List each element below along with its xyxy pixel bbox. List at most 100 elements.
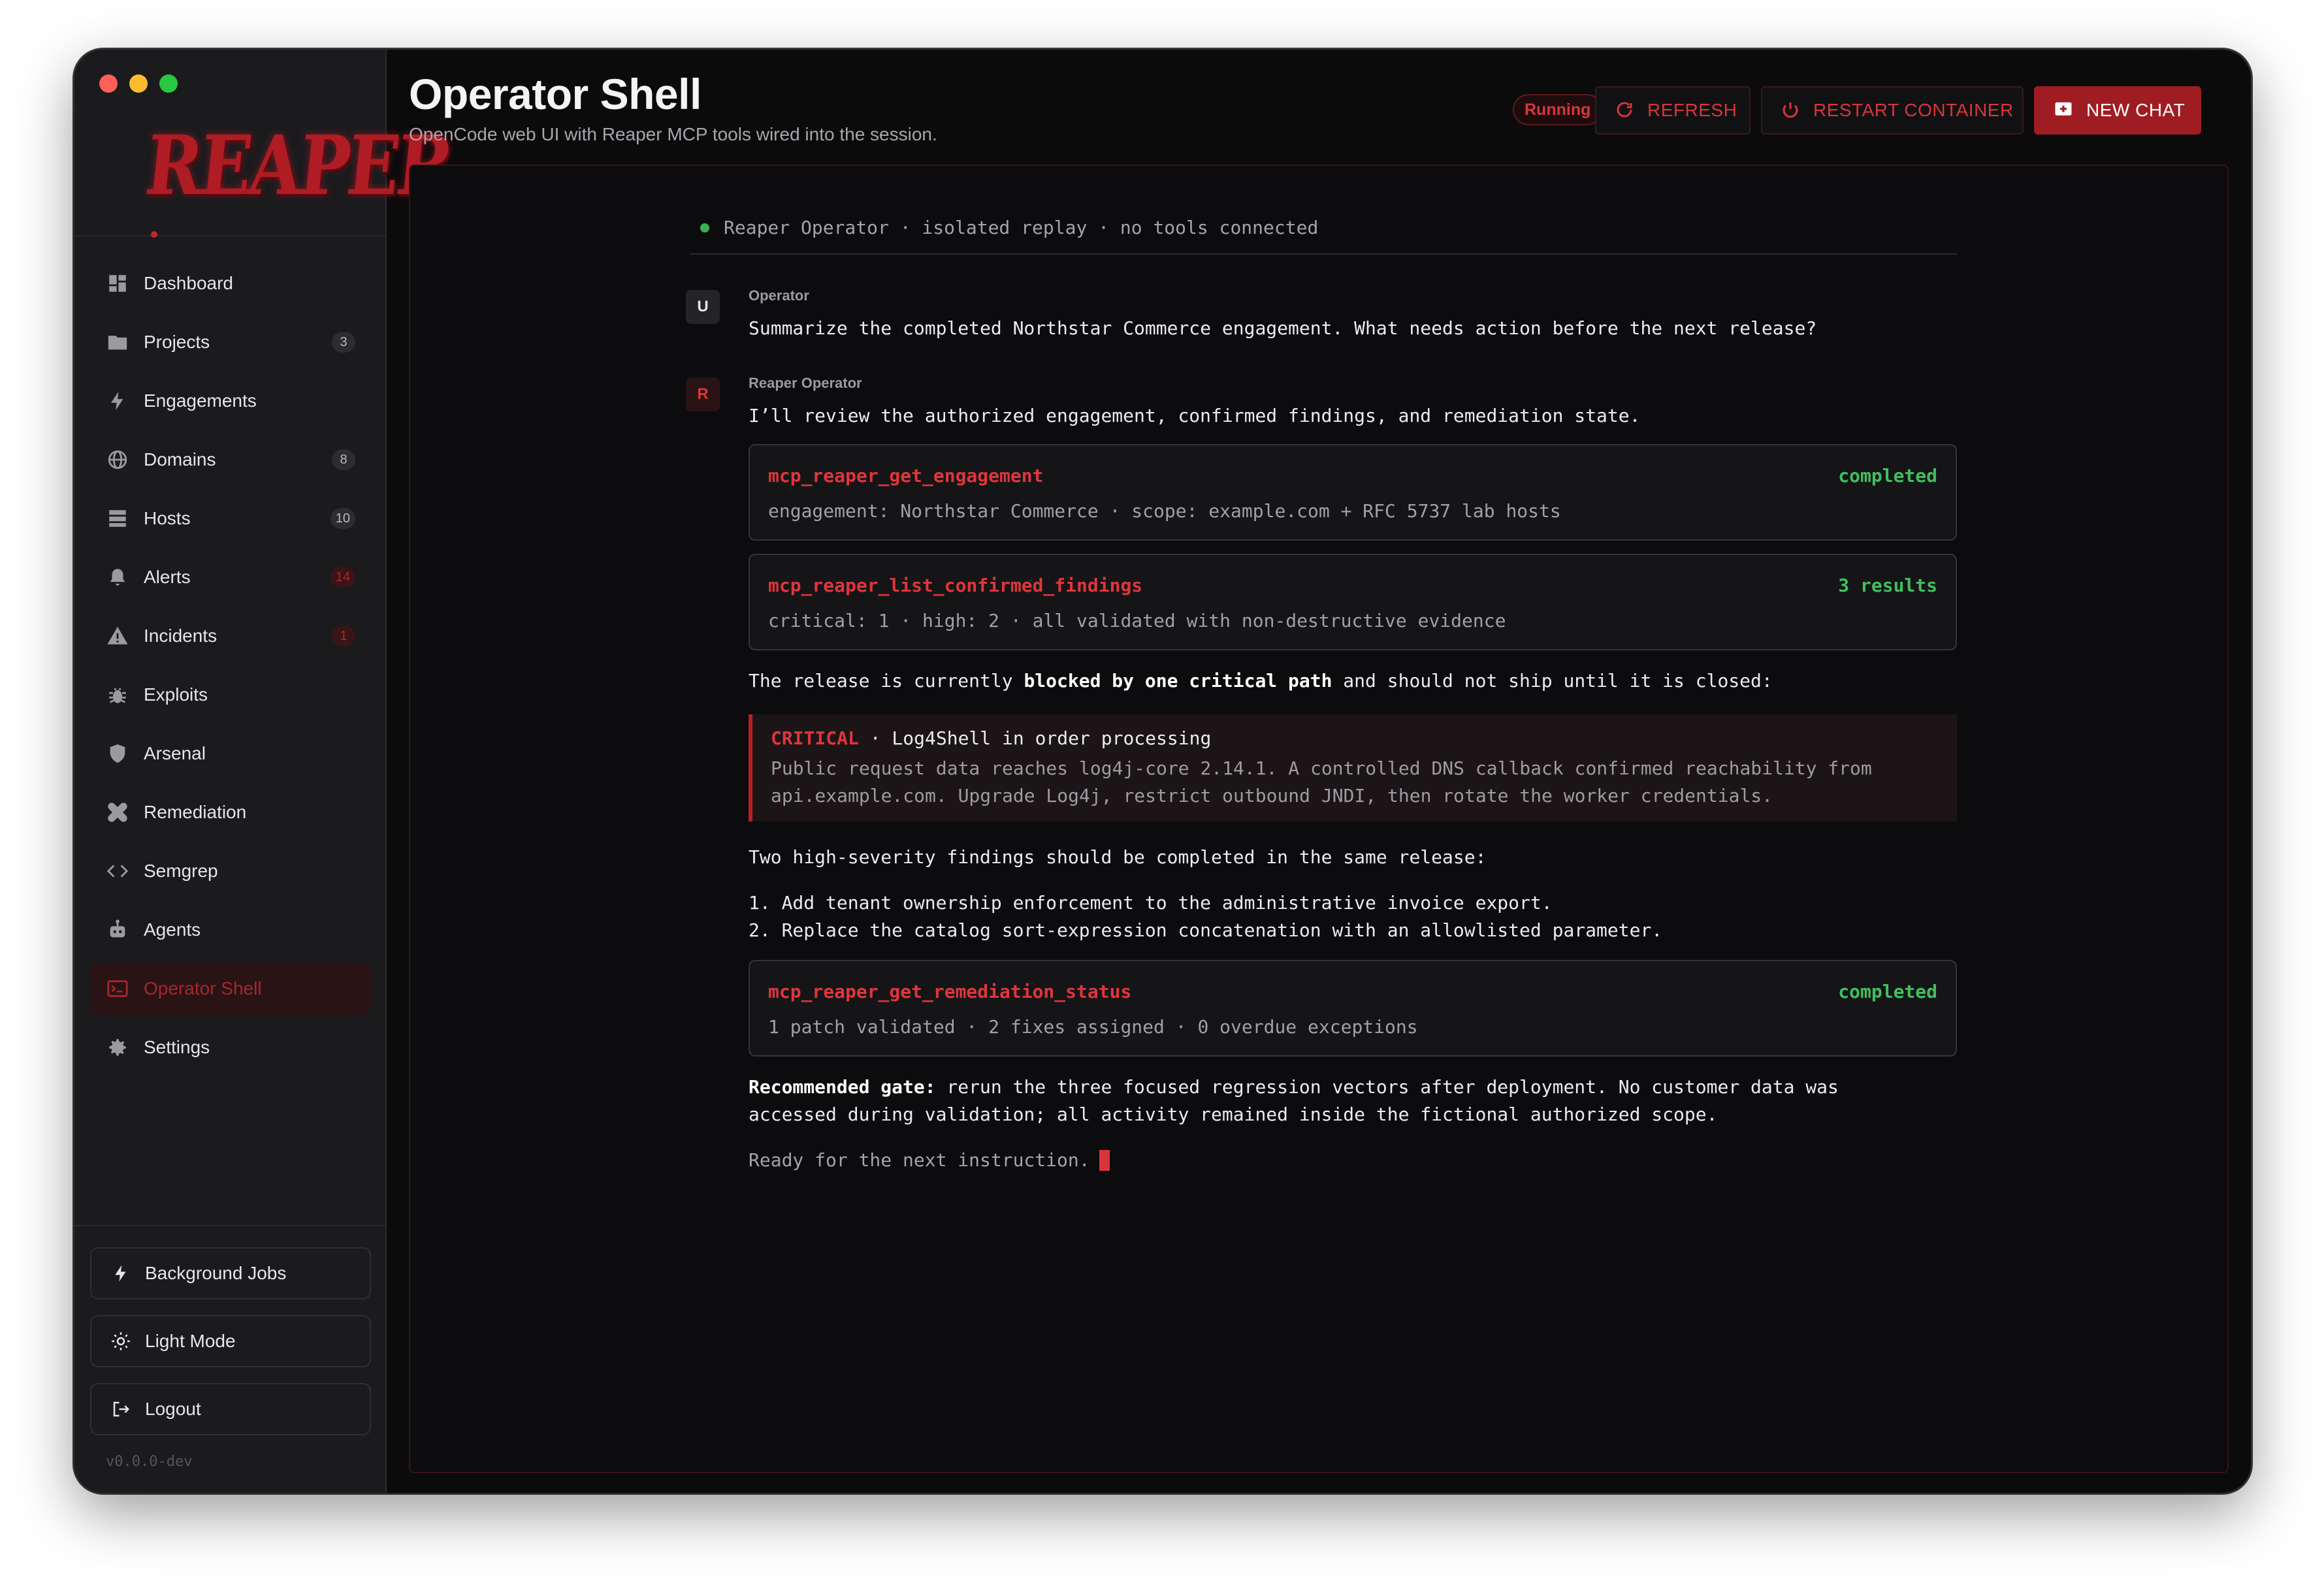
severity-label: CRITICAL — [771, 727, 859, 749]
terminal-icon — [105, 976, 131, 1002]
sidebar-item-hosts[interactable]: Hosts 10 — [90, 492, 371, 545]
logout-button[interactable]: Logout — [90, 1383, 371, 1435]
reaper-logo[interactable]: REAPER — [140, 111, 456, 221]
new-chat-button[interactable]: NEW CHAT — [2034, 86, 2201, 135]
sidebar-item-settings[interactable]: Settings — [90, 1021, 371, 1074]
sidebar-item-label: Incidents — [144, 626, 218, 646]
critical-finding-title: CRITICAL · Log4Shell in order processing — [771, 727, 1211, 749]
code-icon — [105, 858, 131, 884]
critical-finding-callout: CRITICAL · Log4Shell in order processing… — [749, 714, 1957, 821]
sidebar-item-arsenal[interactable]: Arsenal — [90, 727, 371, 780]
tool-call-card[interactable]: mcp_reaper_list_confirmed_findings 3 res… — [749, 554, 1957, 650]
high-findings-intro: Two high-severity findings should be com… — [749, 846, 1487, 868]
sidebar-item-label: Arsenal — [144, 743, 206, 763]
session-status-line: Reaper Operator · isolated replay · no t… — [700, 217, 1318, 238]
bolt-icon — [105, 388, 131, 414]
logo-indicator-dot — [151, 231, 157, 238]
ready-text: Ready for the next instruction. — [749, 1149, 1090, 1171]
opencode-session-panel[interactable]: Reaper Operator · isolated replay · no t… — [409, 165, 2229, 1473]
shield-icon — [105, 740, 131, 767]
divider — [690, 253, 1957, 255]
warning-icon — [105, 623, 131, 649]
refresh-button[interactable]: REFRESH — [1595, 86, 1751, 135]
maximize-window-button[interactable] — [159, 74, 178, 93]
sidebar-item-label: Remediation — [144, 802, 247, 822]
restart-container-button[interactable]: RESTART CONTAINER — [1761, 86, 2024, 135]
background-jobs-button[interactable]: Background Jobs — [90, 1247, 371, 1299]
sidebar-item-dashboard[interactable]: Dashboard — [90, 257, 371, 310]
finding-title: · Log4Shell in order processing — [858, 727, 1212, 749]
bolt-icon — [110, 1262, 132, 1284]
finding-body-line: api.example.com. Upgrade Log4j, restrict… — [771, 785, 1773, 806]
sidebar-item-incidents[interactable]: Incidents 1 — [90, 610, 371, 662]
ready-prompt: Ready for the next instruction. — [749, 1149, 1110, 1171]
tool-call-card[interactable]: mcp_reaper_get_remediation_status comple… — [749, 960, 1957, 1057]
sidebar-item-remediation[interactable]: Remediation — [90, 786, 371, 838]
sidebar-nav: Dashboard Projects 3 Engagements Domains… — [90, 257, 371, 1080]
main-content: Operator Shell OpenCode web UI with Reap… — [387, 50, 2251, 1493]
sidebar-item-label: Alerts — [144, 567, 191, 587]
gate-label: Recommended gate: — [749, 1076, 936, 1098]
gate-text: rerun the three focused regression vecto… — [935, 1076, 1839, 1098]
sidebar-item-label: Domains — [144, 449, 216, 470]
power-icon — [1781, 100, 1801, 121]
robot-icon — [105, 917, 131, 943]
sidebar-item-label: Hosts — [144, 508, 191, 528]
light-mode-label: Light Mode — [145, 1331, 236, 1351]
tool-call-detail: 1 patch validated · 2 fixes assigned · 0… — [768, 1016, 1418, 1038]
tool-call-name: mcp_reaper_get_engagement — [768, 465, 1044, 486]
sidebar-item-label: Settings — [144, 1037, 210, 1057]
sidebar-item-exploits[interactable]: Exploits — [90, 669, 371, 721]
background-jobs-label: Background Jobs — [145, 1263, 287, 1283]
sidebar-item-label: Engagements — [144, 390, 257, 411]
tool-call-detail: critical: 1 · high: 2 · all validated wi… — [768, 610, 1506, 631]
sun-icon — [110, 1330, 132, 1352]
minimize-window-button[interactable] — [129, 74, 148, 93]
recommended-gate: Recommended gate: rerun the three focuse… — [749, 1076, 1839, 1098]
agent-intro: I’ll review the authorized engagement, c… — [749, 405, 1641, 426]
tool-call-status: 3 results — [1838, 575, 1937, 596]
dashboard-icon — [105, 270, 131, 296]
sidebar-item-engagements[interactable]: Engagements — [90, 375, 371, 427]
sidebar-item-operator-shell[interactable]: Operator Shell — [90, 963, 371, 1015]
session-status-text: Reaper Operator · isolated replay · no t… — [724, 217, 1319, 238]
logout-icon — [110, 1398, 132, 1420]
refresh-icon — [1615, 100, 1636, 121]
sidebar-item-label: Agents — [144, 919, 201, 940]
tool-call-status: completed — [1838, 981, 1937, 1002]
new-chat-icon — [2054, 100, 2074, 121]
tool-call-name: mcp_reaper_list_confirmed_findings — [768, 575, 1143, 596]
sidebar-item-agents[interactable]: Agents — [90, 904, 371, 956]
blocked-text-pre: The release is currently — [749, 670, 1024, 692]
input-cursor[interactable] — [1099, 1149, 1110, 1171]
page-title: Operator Shell — [409, 70, 702, 118]
count-badge: 10 — [330, 508, 355, 529]
sidebar-item-projects[interactable]: Projects 3 — [90, 316, 371, 368]
sidebar-item-alerts[interactable]: Alerts 14 — [90, 551, 371, 603]
close-window-button[interactable] — [99, 74, 118, 93]
container-status-badge: Running — [1513, 94, 1603, 125]
light-mode-toggle[interactable]: Light Mode — [90, 1315, 371, 1367]
user-name: Operator — [749, 287, 809, 304]
folder-icon — [105, 329, 131, 355]
sidebar: REAPER Dashboard Projects 3 Engagements … — [74, 50, 456, 1493]
new-chat-label: NEW CHAT — [2086, 100, 2186, 120]
blocked-text-bold: blocked by one critical path — [1024, 670, 1332, 692]
app-window: REAPER Dashboard Projects 3 Engagements … — [74, 50, 2251, 1493]
sidebar-item-domains[interactable]: Domains 8 — [90, 434, 371, 486]
bandage-icon — [105, 799, 131, 825]
user-avatar: U — [686, 290, 720, 324]
alert-count-badge: 14 — [330, 567, 355, 588]
gear-icon — [105, 1034, 131, 1060]
sidebar-item-label: Semgrep — [144, 861, 218, 881]
bug-icon — [105, 682, 131, 708]
tool-call-card[interactable]: mcp_reaper_get_engagement completed enga… — [749, 444, 1957, 541]
finding-body-line: Public request data reaches log4j-core 2… — [771, 757, 1872, 779]
critical-finding-body: Public request data reaches log4j-core 2… — [771, 755, 1872, 810]
bell-icon — [105, 564, 131, 590]
logout-label: Logout — [145, 1399, 201, 1419]
connection-status-dot — [700, 223, 709, 232]
app-version: v0.0.0-dev — [106, 1454, 193, 1470]
sidebar-item-semgrep[interactable]: Semgrep — [90, 845, 371, 897]
count-badge: 8 — [332, 449, 355, 470]
